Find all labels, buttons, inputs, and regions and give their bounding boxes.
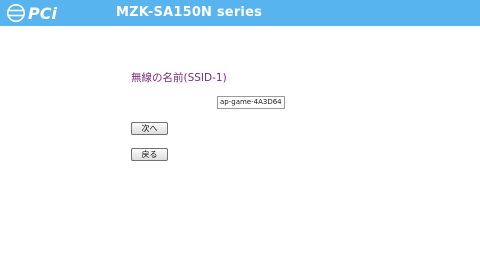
header-bar: PCi MZK-SA150N series [0,0,480,26]
logo-text: PCi [28,4,57,23]
pci-logo: PCi [7,4,57,23]
back-button[interactable]: 戻る [131,148,168,161]
ssid-section-title: 無線の名前(SSID-1) [131,72,227,84]
next-button[interactable]: 次へ [131,122,168,135]
ssid-input[interactable]: ap-game-4A3D64 [217,96,285,109]
product-title: MZK-SA150N series [116,5,263,20]
